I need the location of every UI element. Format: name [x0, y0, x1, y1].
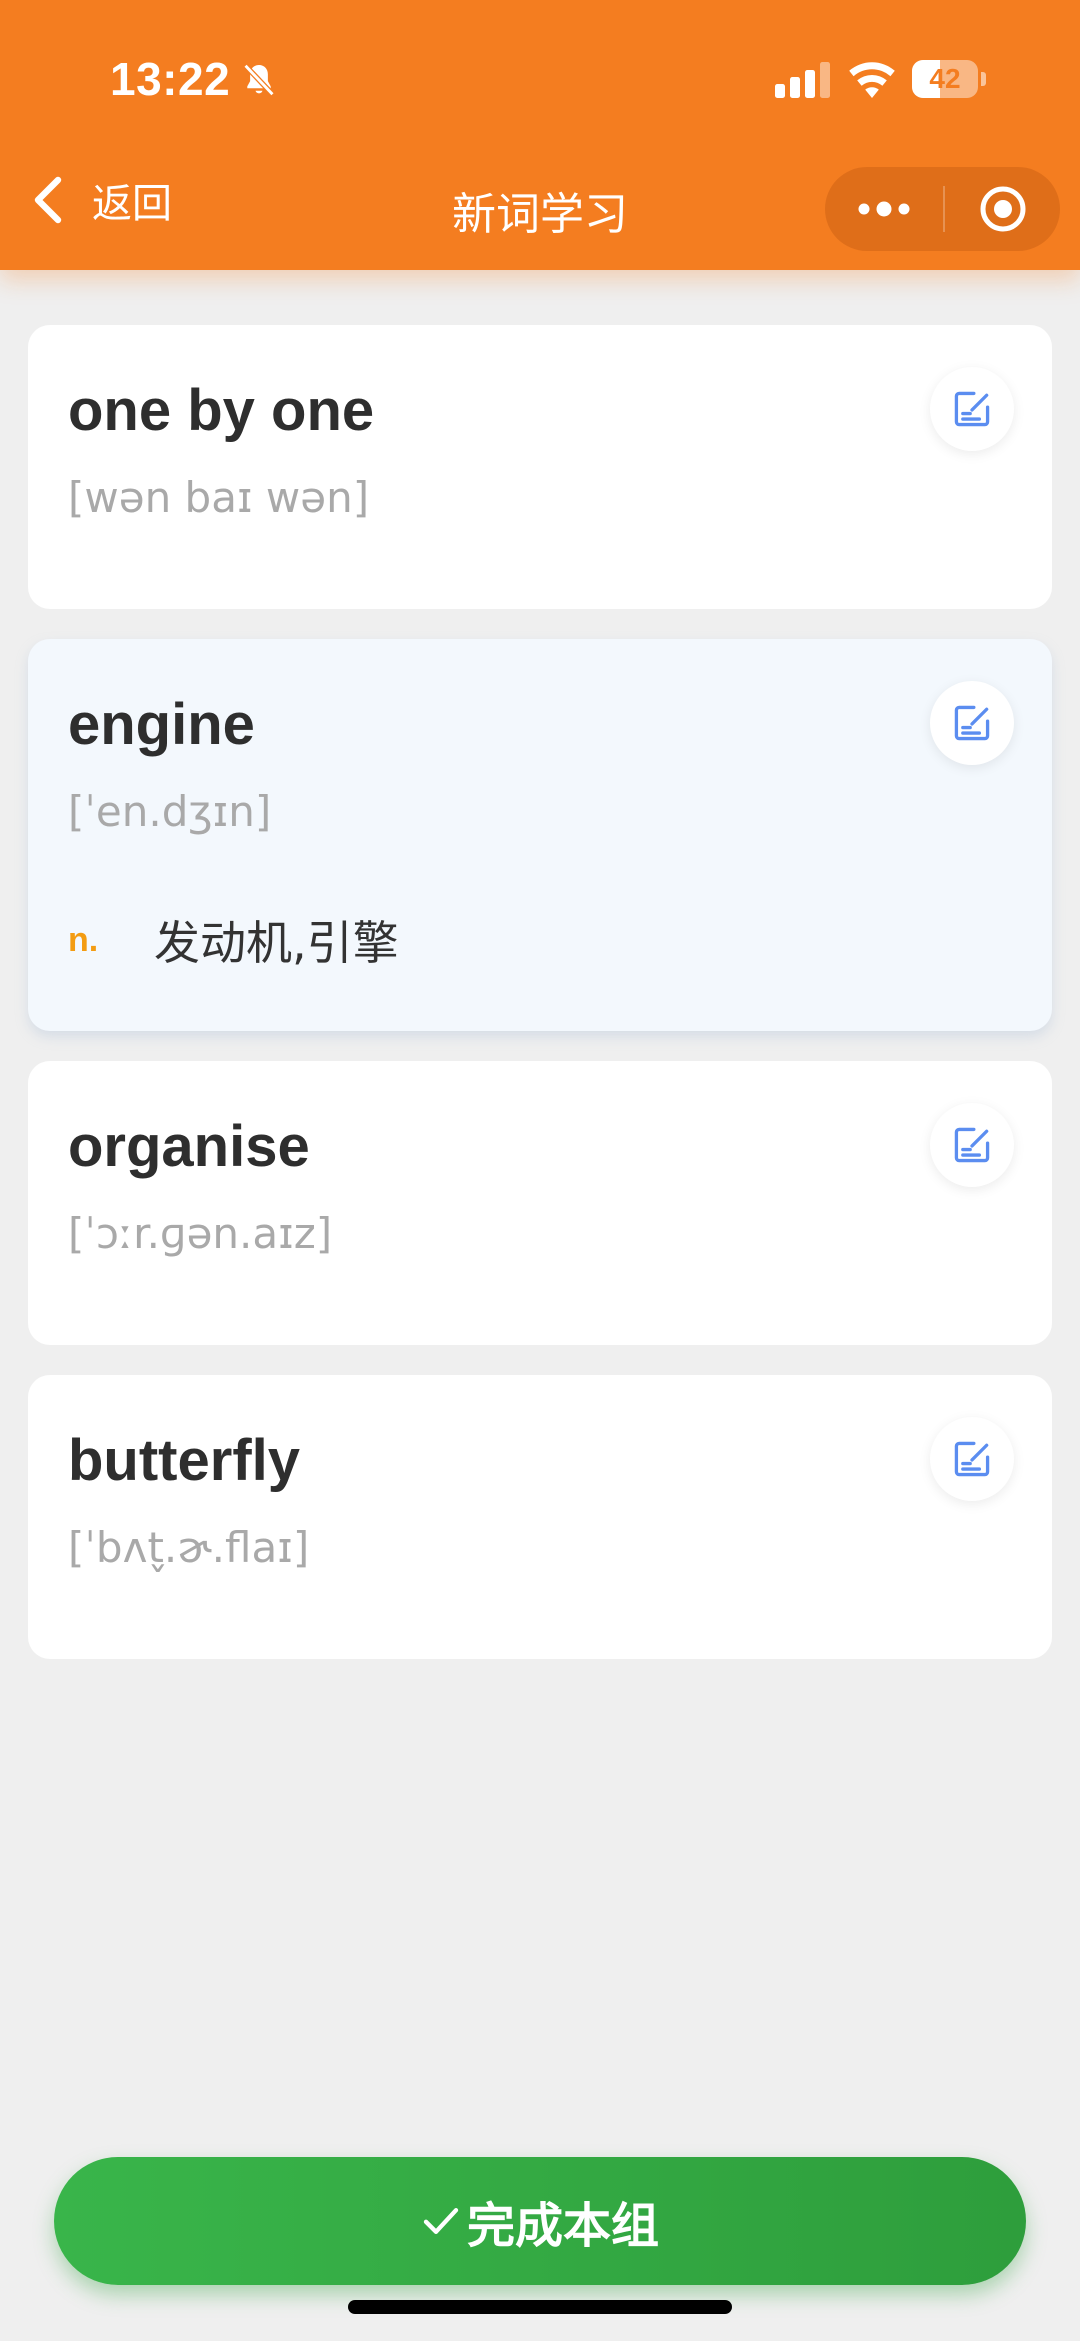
edit-note-icon — [954, 1127, 990, 1163]
app-header: 13:22 42 返回 新词学习 — [0, 0, 1080, 270]
word-card[interactable]: one by one [wən baɪ wən] — [28, 325, 1052, 609]
phonetic-text: [wən baɪ wən] — [68, 473, 370, 522]
word-text: one by one — [68, 378, 375, 443]
edit-note-icon — [954, 1441, 990, 1477]
complete-group-button[interactable]: 完成本组 — [54, 2157, 1026, 2285]
edit-note-icon — [954, 391, 990, 427]
phonetic-text: [ˈɔːr.ɡən.aɪz] — [68, 1209, 333, 1258]
part-of-speech: n. — [68, 920, 99, 959]
status-time: 13:22 — [110, 53, 231, 105]
home-indicator[interactable] — [348, 2300, 732, 2314]
word-text: butterfly — [68, 1428, 300, 1493]
complete-group-label: 完成本组 — [466, 2198, 659, 2254]
word-card-active[interactable]: engine [ˈen.dʒɪn] n. 发动机,引擎 — [28, 639, 1052, 1031]
word-card[interactable]: butterfly [ˈbʌt̬.ɚ.flaɪ] — [28, 1375, 1052, 1659]
check-icon — [423, 2208, 459, 2234]
edit-note-button[interactable] — [930, 681, 1014, 765]
signal-icon — [775, 62, 830, 98]
battery-level: 42 — [929, 63, 961, 94]
battery-icon: 42 — [912, 60, 986, 98]
mini-program-capsule — [825, 167, 1060, 251]
edit-note-button[interactable] — [930, 1103, 1014, 1187]
edit-note-button[interactable] — [930, 1417, 1014, 1501]
close-mini-program-button[interactable] — [945, 167, 1060, 251]
bell-off-icon — [243, 63, 275, 97]
phonetic-text: [ˈen.dʒɪn] — [68, 787, 272, 836]
more-button[interactable] — [825, 167, 943, 251]
definition-text: 发动机,引擎 — [154, 916, 399, 970]
target-circle-icon — [980, 186, 1025, 232]
word-card[interactable]: organise [ˈɔːr.ɡən.aɪz] — [28, 1061, 1052, 1345]
wifi-icon — [849, 62, 895, 98]
definition-row: n. 发动机,引擎 — [68, 907, 399, 973]
word-text: organise — [68, 1114, 310, 1179]
edit-note-button[interactable] — [930, 367, 1014, 451]
word-text: engine — [68, 692, 255, 757]
edit-note-icon — [954, 705, 990, 741]
more-dots-icon — [858, 201, 910, 217]
phonetic-text: [ˈbʌt̬.ɚ.flaɪ] — [68, 1523, 310, 1572]
